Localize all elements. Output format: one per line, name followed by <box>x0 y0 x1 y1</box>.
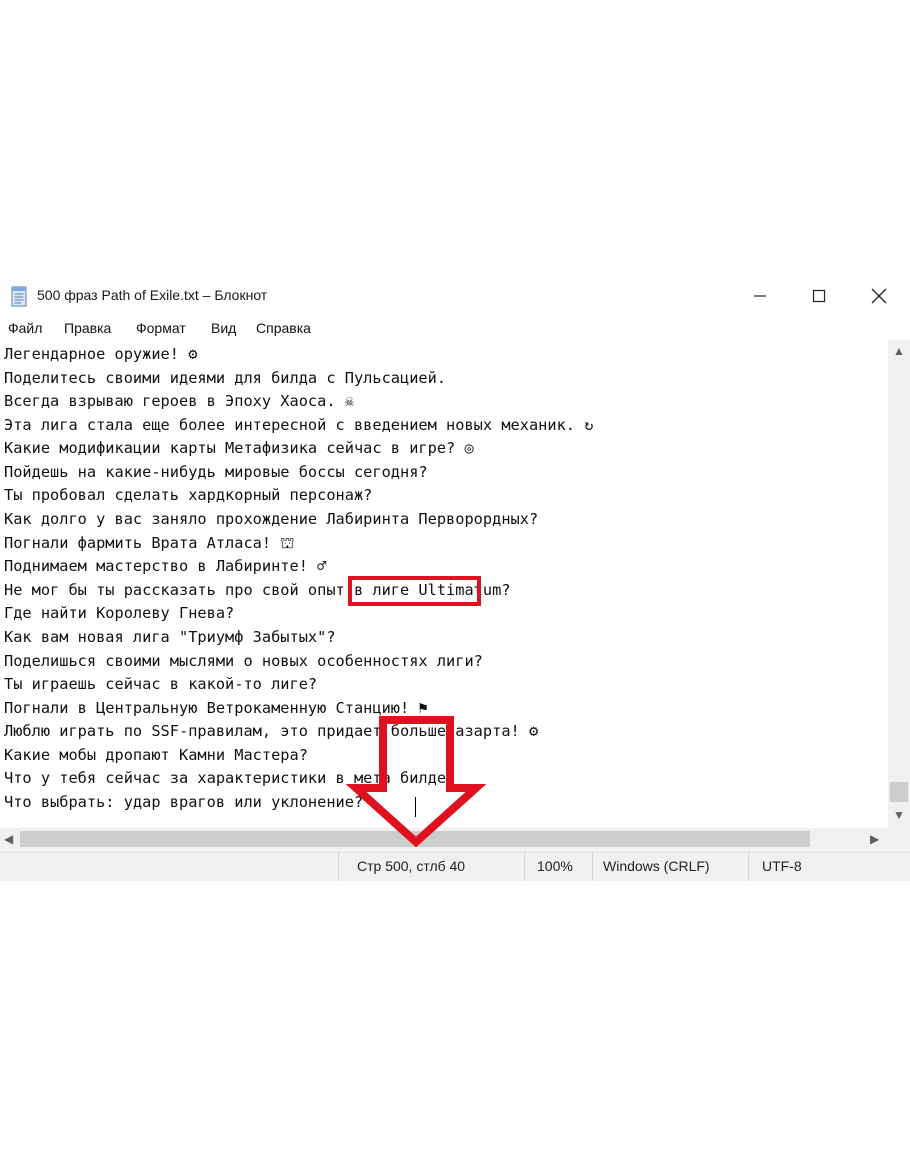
text-line: Погнали в Центральную Ветрокаменную Стан… <box>4 699 428 717</box>
text-line: Погнали фармить Врата Атласа! ⛫ <box>4 534 295 552</box>
status-separator <box>748 852 749 881</box>
text-line: Какие мобы дропают Камни Мастера? <box>4 746 308 764</box>
status-encoding: UTF-8 <box>762 858 802 874</box>
text-line: Легендарное оружие! ⚙ <box>4 345 198 363</box>
text-caret <box>415 797 416 817</box>
text-line: Поделишься своими мыслями о новых особен… <box>4 652 483 670</box>
maximize-icon <box>812 289 826 303</box>
status-zoom: 100% <box>537 858 573 874</box>
scroll-up-icon[interactable]: ▲ <box>893 344 905 358</box>
horizontal-scroll-thumb[interactable] <box>20 831 810 847</box>
text-line: Поднимаем мастерство в Лабиринте! ♂ <box>4 557 327 575</box>
menu-view[interactable]: Вид <box>211 320 236 336</box>
maximize-button[interactable] <box>789 276 849 316</box>
text-line: Где найти Королеву Гнева? <box>4 604 235 622</box>
text-line: Ты пробовал сделать хардкорный персонаж? <box>4 486 373 504</box>
minimize-icon <box>754 295 766 297</box>
text-line: Как долго у вас заняло прохождение Лабир… <box>4 510 539 528</box>
menu-file[interactable]: Файл <box>8 320 42 336</box>
text-line: Всегда взрываю героев в Эпоху Хаоса. ☠ <box>4 392 354 410</box>
title-bar[interactable]: 500 фраз Path of Exile.txt – Блокнот <box>0 276 910 316</box>
horizontal-scrollbar[interactable]: ◀ ▶ <box>0 828 888 850</box>
menu-bar: Файл Правка Формат Вид Справка <box>0 318 910 340</box>
text-line: Пойдешь на какие-нибудь мировые боссы се… <box>4 463 428 481</box>
text-line: Что выбрать: удар врагов или уклонение? <box>4 793 364 811</box>
scroll-left-icon[interactable]: ◀ <box>4 832 13 846</box>
scrollbar-corner <box>888 828 910 850</box>
text-line: Что у тебя сейчас за характеристики в ме… <box>4 769 456 787</box>
vertical-scroll-thumb[interactable] <box>890 782 908 802</box>
close-icon <box>871 288 887 304</box>
close-button[interactable] <box>849 276 909 316</box>
scroll-down-icon[interactable]: ▼ <box>893 808 905 822</box>
menu-edit[interactable]: Правка <box>64 320 111 336</box>
text-line: Как вам новая лига "Триумф Забытых"? <box>4 628 336 646</box>
text-line: Эта лига стала еще более интересной с вв… <box>4 416 594 434</box>
text-line: Люблю играть по SSF-правилам, это придае… <box>4 722 539 740</box>
scroll-right-icon[interactable]: ▶ <box>870 832 879 846</box>
text-line: Ты играешь сейчас в какой-то лиге? <box>4 675 318 693</box>
menu-help[interactable]: Справка <box>256 320 311 336</box>
menu-format[interactable]: Формат <box>136 320 186 336</box>
status-separator <box>338 852 339 881</box>
text-line: Поделитесь своими идеями для билда с Пул… <box>4 369 447 387</box>
vertical-scrollbar[interactable]: ▲ ▼ <box>888 340 910 828</box>
status-cursor-position: Стр 500, стлб 40 <box>357 858 466 874</box>
text-line: Какие модификации карты Метафизика сейча… <box>4 439 474 457</box>
status-separator <box>524 852 525 881</box>
highlight-box <box>348 576 481 606</box>
notepad-icon <box>11 286 27 307</box>
window-title: 500 фраз Path of Exile.txt – Блокнот <box>37 287 268 303</box>
minimize-button[interactable] <box>730 276 790 316</box>
status-line-endings: Windows (CRLF) <box>603 858 710 874</box>
status-separator <box>592 852 593 881</box>
status-bar: Стр 500, стлб 40 100% Windows (CRLF) UTF… <box>0 851 910 881</box>
